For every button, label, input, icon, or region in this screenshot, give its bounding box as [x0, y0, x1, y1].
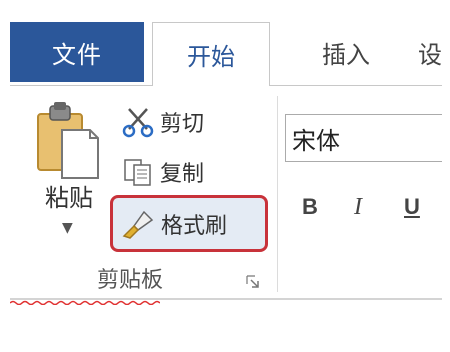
tab-home[interactable]: 开始: [152, 22, 270, 86]
paintbrush-icon: [121, 208, 157, 240]
group-divider: [277, 96, 278, 292]
paste-button[interactable]: [28, 100, 102, 180]
format-painter-button[interactable]: 格式刷: [110, 195, 268, 252]
format-painter-label: 格式刷: [161, 213, 228, 239]
word-ribbon-screenshot: 文件 开始 插入 设 粘贴 ▼ 剪切 复制 格式刷 剪贴板 宋体 B I U: [0, 0, 450, 352]
copy-button[interactable]: 复制: [120, 152, 204, 192]
tab-design-label: 设: [418, 40, 442, 69]
tab-file[interactable]: 文件: [10, 22, 144, 82]
underline-button[interactable]: U: [404, 194, 420, 220]
cut-label: 剪切: [160, 112, 205, 137]
scissors-icon: [120, 106, 156, 138]
copy-icon: [120, 156, 156, 188]
clipboard-group-label: 剪贴板: [96, 268, 163, 293]
document-area: [10, 300, 442, 352]
spelling-underline: [10, 300, 160, 305]
clipboard-icon: [37, 102, 99, 179]
copy-label: 复制: [160, 162, 205, 187]
font-name-input[interactable]: 宋体: [285, 114, 445, 162]
paste-label[interactable]: 粘贴: [30, 178, 108, 213]
dropdown-arrow-icon[interactable]: ▼: [62, 220, 73, 236]
cut-button[interactable]: 剪切: [120, 102, 204, 142]
bold-button[interactable]: B: [302, 194, 318, 220]
tab-insert[interactable]: 插入: [286, 22, 406, 82]
tab-design-partial[interactable]: 设: [418, 22, 442, 82]
window-edge: [442, 0, 450, 352]
italic-button[interactable]: I: [354, 194, 362, 221]
dialog-launcher-icon[interactable]: [245, 274, 261, 290]
